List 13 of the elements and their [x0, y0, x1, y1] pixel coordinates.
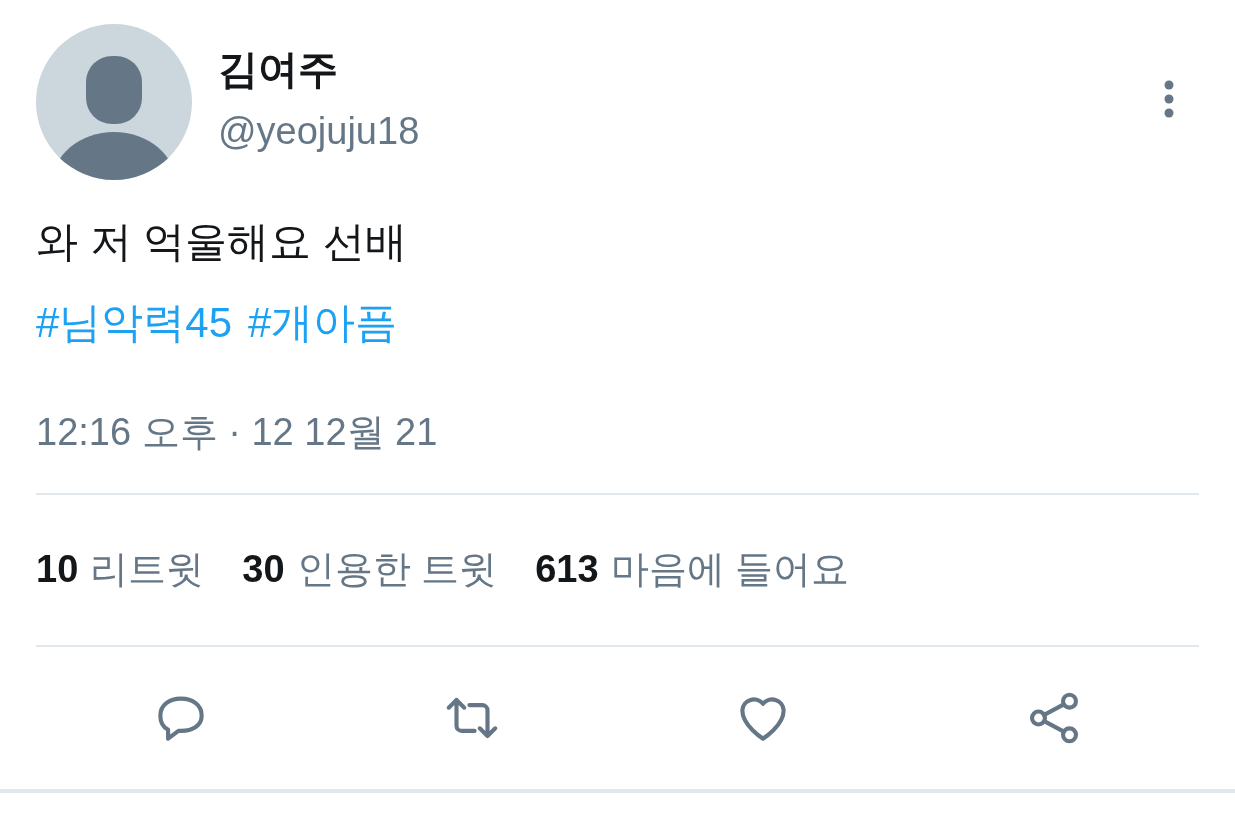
author-handle: @yeojuju18 — [218, 109, 420, 154]
hashtag-link[interactable]: #님악력45 — [36, 296, 233, 349]
more-options-icon[interactable] — [1163, 80, 1175, 118]
author-name: 김여주 — [218, 46, 339, 93]
stat-count: 613 — [535, 547, 599, 592]
stat-label[interactable]: 리트윗 — [90, 541, 205, 598]
stat-label[interactable]: 마음에 들어요 — [610, 541, 850, 598]
stat-count: 30 — [242, 547, 285, 592]
stat-count: 10 — [36, 547, 79, 592]
tweet-text: 와 저 억울해요 선배 — [36, 217, 408, 267]
tweet-timestamp: 12:16 오후 · 12 12월 21 — [36, 410, 439, 455]
stat-label[interactable]: 인용한 트윗 — [296, 541, 498, 598]
hashtag-link[interactable]: #개아픔 — [248, 296, 398, 349]
